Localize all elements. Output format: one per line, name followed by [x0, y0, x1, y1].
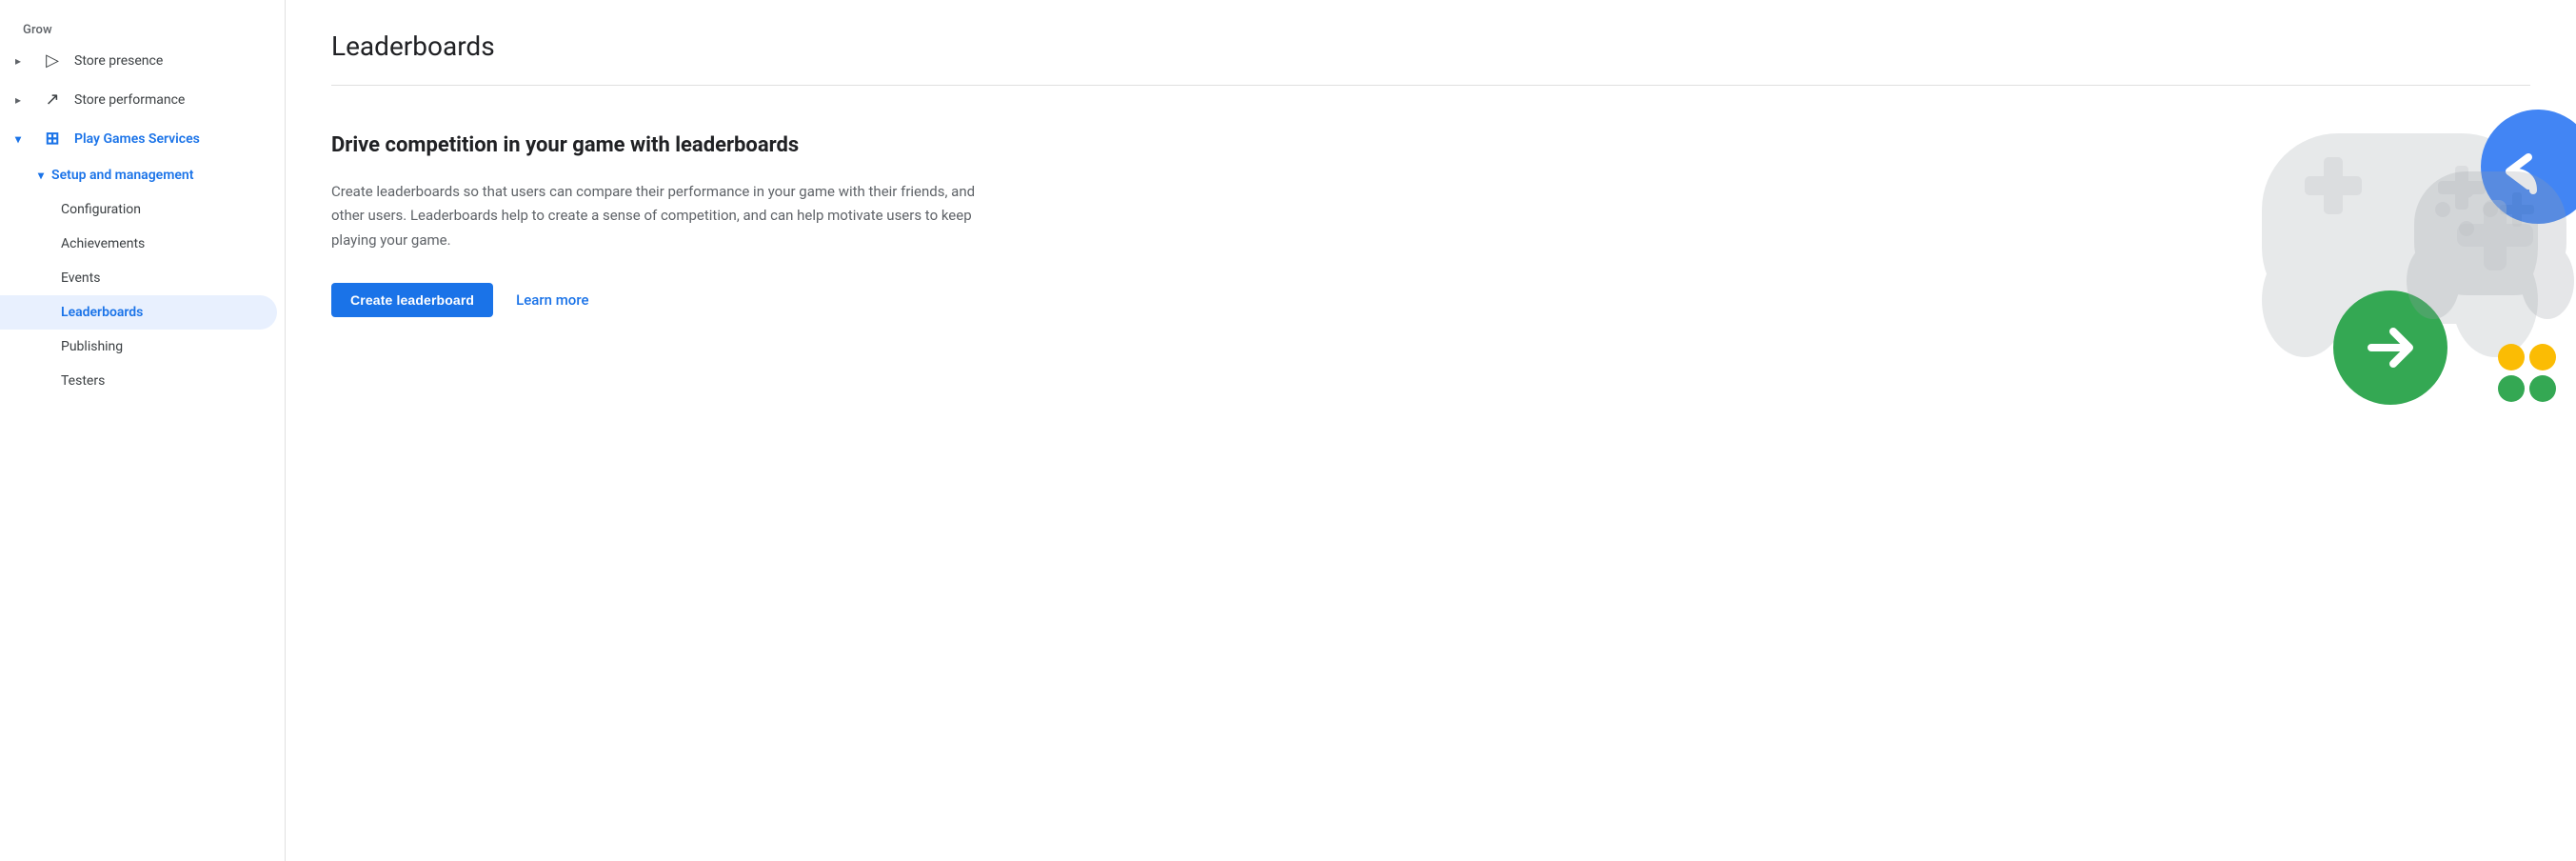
- controller-svg: [2252, 76, 2576, 438]
- sidebar-item-store-presence[interactable]: ▷ Store presence: [0, 41, 277, 80]
- setup-management-item[interactable]: Setup and management: [0, 158, 277, 192]
- sidebar-item-store-performance[interactable]: ↗ Store performance: [0, 80, 277, 119]
- action-row: Create leaderboard Learn more: [331, 283, 998, 317]
- setup-management-label: Setup and management: [51, 168, 193, 183]
- grow-section-label: Grow: [0, 15, 285, 41]
- content-text-block: Drive competition in your game with lead…: [331, 131, 998, 317]
- events-label: Events: [61, 270, 100, 286]
- sidebar-item-leaderboards[interactable]: Leaderboards: [0, 295, 277, 330]
- sidebar: Grow ▷ Store presence ↗ Store performanc…: [0, 0, 286, 861]
- sidebar-item-testers[interactable]: Testers: [0, 364, 277, 398]
- leaderboards-label: Leaderboards: [61, 305, 143, 320]
- store-presence-label: Store presence: [74, 53, 163, 69]
- play-games-icon: ⊞: [42, 129, 63, 149]
- setup-expand-icon: [38, 169, 44, 182]
- create-leaderboard-button[interactable]: Create leaderboard: [331, 283, 493, 317]
- sidebar-item-publishing[interactable]: Publishing: [0, 330, 277, 364]
- controller-illustration: [2252, 76, 2576, 438]
- store-performance-expand-icon: [15, 93, 30, 107]
- play-games-label: Play Games Services: [74, 131, 200, 147]
- learn-more-link[interactable]: Learn more: [516, 291, 588, 309]
- play-games-expand-icon: [15, 132, 30, 146]
- page-divider: [331, 85, 2530, 86]
- publishing-label: Publishing: [61, 339, 123, 354]
- testers-label: Testers: [61, 373, 105, 389]
- store-presence-expand-icon: [15, 54, 30, 68]
- content-area: Drive competition in your game with lead…: [331, 131, 2530, 317]
- sidebar-item-events[interactable]: Events: [0, 261, 277, 295]
- configuration-label: Configuration: [61, 202, 141, 217]
- sidebar-item-configuration[interactable]: Configuration: [0, 192, 277, 227]
- store-performance-label: Store performance: [74, 92, 185, 108]
- sidebar-item-play-games-services[interactable]: ⊞ Play Games Services: [0, 119, 277, 158]
- content-heading: Drive competition in your game with lead…: [331, 131, 998, 161]
- content-description: Create leaderboards so that users can co…: [331, 180, 998, 253]
- page-title: Leaderboards: [331, 30, 2530, 62]
- store-performance-icon: ↗: [42, 90, 63, 110]
- store-presence-icon: ▷: [42, 50, 63, 70]
- achievements-label: Achievements: [61, 236, 145, 251]
- sidebar-item-achievements[interactable]: Achievements: [0, 227, 277, 261]
- main-content: Leaderboards Drive competition in your g…: [286, 0, 2576, 861]
